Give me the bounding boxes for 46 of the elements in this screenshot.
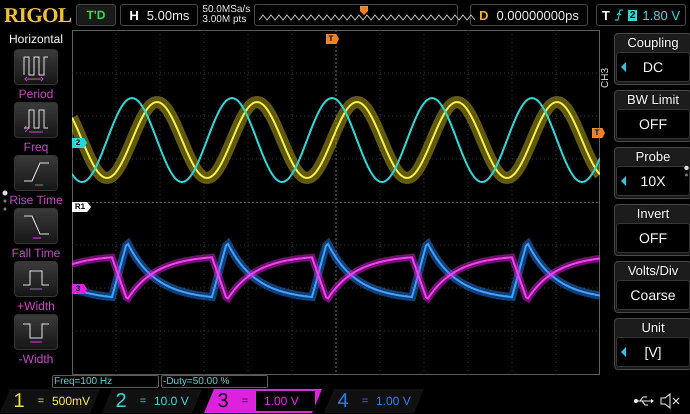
measure-label: Freq [24, 140, 48, 154]
measure-button[interactable] [14, 155, 58, 191]
channel-marker: 3 [72, 284, 87, 294]
channel-tab[interactable]: 2 = 10.0 V [102, 389, 202, 413]
measurement-readout: -Duty=50.00 % [161, 375, 268, 388]
knob-arrow-icon [621, 176, 626, 186]
measure-label: Period [18, 87, 54, 101]
mute-speaker-icon [660, 393, 680, 409]
horizontal-scale: H 5.00ms [120, 4, 198, 26]
usb-icon [634, 395, 654, 407]
rising-edge-icon [614, 9, 623, 21]
measure-button[interactable] [14, 261, 58, 297]
reference-marker: R1 [72, 202, 91, 212]
measure-button[interactable] [14, 314, 58, 350]
waveform-overview-icon [259, 14, 476, 22]
softkey-button[interactable]: Probe 10X [614, 147, 690, 199]
brand-logo: RIGOL [4, 2, 72, 28]
channel-tab[interactable]: 3 = 1.00 V [204, 389, 322, 413]
channel-tab[interactable]: 4 = 1.00 V [324, 389, 424, 413]
softkey-button[interactable]: BW Limit OFF [614, 90, 690, 142]
softkey-button[interactable]: Invert OFF [614, 204, 690, 256]
sample-rate: 50.0MSa/s 3.00M pts [202, 5, 250, 25]
page-dots-icon [684, 165, 689, 179]
measure-label: Fall Time [12, 246, 60, 260]
channel-tab[interactable]: 1 = 500mV [0, 389, 100, 413]
softkey-button[interactable]: Volts/Div Coarse [614, 261, 690, 313]
trigger-readout: T 2 1.80 V [596, 4, 686, 26]
channel-marker: 2 [72, 138, 87, 148]
menu-title: Horizontal [8, 32, 64, 46]
softkey-button[interactable]: Unit [V] [614, 318, 690, 370]
measure-button[interactable] [14, 49, 58, 85]
measure-button[interactable] [14, 208, 58, 244]
trigger-position-icon [360, 6, 368, 15]
measure-label: +Width [17, 299, 55, 313]
run-status: T'D [76, 4, 116, 26]
softkey-button[interactable]: Coupling DC [614, 33, 690, 85]
measure-button[interactable] [14, 102, 58, 138]
channel-label: CH3 [600, 66, 611, 88]
trigger-level-marker: T [592, 128, 605, 138]
delay-readout: D 0.00000000ps [470, 4, 588, 26]
knob-arrow-icon [621, 62, 626, 72]
measure-label: -Width [18, 352, 54, 366]
trigger-position-marker: T [326, 34, 339, 44]
measurement-readout: Freq=100 Hz [52, 375, 159, 388]
measure-label: Rise Time [9, 193, 63, 207]
knob-arrow-icon [621, 347, 626, 357]
